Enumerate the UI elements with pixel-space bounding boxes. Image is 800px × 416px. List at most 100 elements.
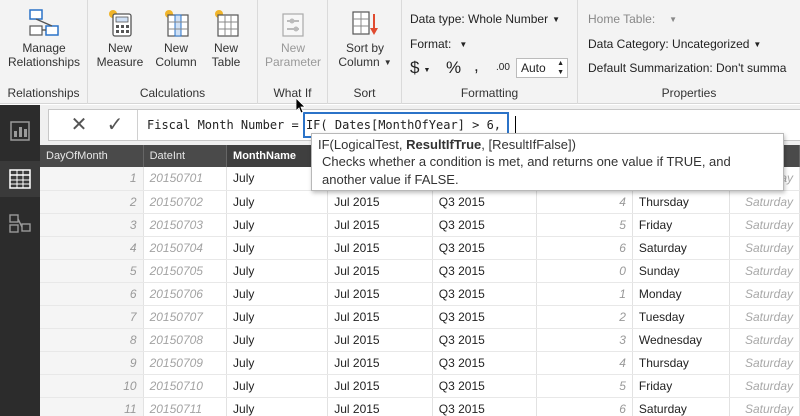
table-cell[interactable]: 5 xyxy=(536,213,633,237)
table-cell[interactable]: 4 xyxy=(536,351,633,375)
table-cell[interactable]: 10 xyxy=(40,374,144,398)
table-cell[interactable]: Friday xyxy=(632,374,731,398)
comma-button[interactable]: , xyxy=(474,56,479,76)
data-view-icon[interactable] xyxy=(8,167,32,191)
table-cell[interactable]: July xyxy=(226,236,329,260)
table-cell[interactable]: Tuesday xyxy=(632,305,731,329)
col-header[interactable]: DateInt xyxy=(143,145,228,167)
table-cell[interactable]: Saturday xyxy=(729,397,800,416)
stepper-arrows-icon[interactable]: ▲ ▼ xyxy=(557,59,564,77)
format-dropdown[interactable]: Format: ▼ xyxy=(410,37,467,51)
table-cell[interactable]: Thursday xyxy=(632,351,731,375)
table-cell[interactable]: 20150706 xyxy=(143,282,228,306)
table-cell[interactable]: July xyxy=(226,397,329,416)
table-cell[interactable]: Thursday xyxy=(632,190,731,214)
table-cell[interactable]: July xyxy=(226,282,329,306)
table-cell[interactable]: Jul 2015 xyxy=(327,397,433,416)
table-cell[interactable]: 20150710 xyxy=(143,374,228,398)
table-cell[interactable]: Jul 2015 xyxy=(327,236,433,260)
table-cell[interactable]: 6 xyxy=(40,282,144,306)
table-cell[interactable]: Jul 2015 xyxy=(327,282,433,306)
table-cell[interactable]: July xyxy=(226,190,329,214)
table-cell[interactable]: 2 xyxy=(536,305,633,329)
table-cell[interactable]: 1 xyxy=(536,282,633,306)
table-cell[interactable]: Jul 2015 xyxy=(327,213,433,237)
col-header[interactable]: DayOfMonth xyxy=(40,145,144,167)
table-cell[interactable]: 20150711 xyxy=(143,397,228,416)
table-cell[interactable]: 3 xyxy=(536,328,633,352)
table-cell[interactable]: Q3 2015 xyxy=(432,397,538,416)
table-cell[interactable]: Q3 2015 xyxy=(432,328,538,352)
decimal-button[interactable]: .00 xyxy=(496,62,510,73)
table-cell[interactable]: 2 xyxy=(40,190,144,214)
table-cell[interactable]: Saturday xyxy=(729,328,800,352)
table-cell[interactable]: 20150707 xyxy=(143,305,228,329)
table-cell[interactable]: Q3 2015 xyxy=(432,305,538,329)
table-cell[interactable]: Jul 2015 xyxy=(327,259,433,283)
table-cell[interactable]: 7 xyxy=(40,305,144,329)
table-cell[interactable]: 5 xyxy=(40,259,144,283)
table-cell[interactable]: Saturday xyxy=(632,397,731,416)
home-table-dropdown[interactable]: Home Table: ▼ xyxy=(588,12,677,26)
table-cell[interactable]: Q3 2015 xyxy=(432,259,538,283)
table-cell[interactable]: 8 xyxy=(40,328,144,352)
table-cell[interactable]: 4 xyxy=(536,190,633,214)
table-cell[interactable]: 20150703 xyxy=(143,213,228,237)
commit-formula-button[interactable]: ✓ xyxy=(101,113,129,137)
table-cell[interactable]: 20150704 xyxy=(143,236,228,260)
table-cell[interactable]: Q3 2015 xyxy=(432,351,538,375)
table-cell[interactable]: 20150702 xyxy=(143,190,228,214)
table-cell[interactable]: 6 xyxy=(536,236,633,260)
table-cell[interactable]: 0 xyxy=(536,259,633,283)
relationship-view-icon[interactable] xyxy=(8,211,32,235)
table-cell[interactable]: Jul 2015 xyxy=(327,374,433,398)
table-cell[interactable]: Q3 2015 xyxy=(432,374,538,398)
table-cell[interactable]: July xyxy=(226,351,329,375)
table-cell[interactable]: July xyxy=(226,328,329,352)
table-cell[interactable]: Monday xyxy=(632,282,731,306)
table-cell[interactable]: Saturday xyxy=(729,305,800,329)
table-cell[interactable]: Saturday xyxy=(729,259,800,283)
table-cell[interactable]: Saturday xyxy=(729,351,800,375)
manage-relationships-button[interactable]: Manage Relationships xyxy=(4,8,84,69)
table-cell[interactable]: 6 xyxy=(536,397,633,416)
decimal-places-stepper[interactable]: Auto ▲ ▼ xyxy=(516,58,568,78)
table-cell[interactable]: July xyxy=(226,374,329,398)
table-cell[interactable]: Jul 2015 xyxy=(327,328,433,352)
sort-by-column-button[interactable]: Sort by Column ▼ xyxy=(334,8,396,70)
data-category-dropdown[interactable]: Data Category: Uncategorized ▼ xyxy=(588,37,761,51)
new-table-button[interactable]: New Table xyxy=(202,8,250,69)
table-cell[interactable]: Q3 2015 xyxy=(432,236,538,260)
new-measure-button[interactable]: New Measure xyxy=(94,8,146,69)
cancel-formula-button[interactable]: ✕ xyxy=(65,113,93,137)
table-cell[interactable]: Jul 2015 xyxy=(327,351,433,375)
table-cell[interactable]: 20150709 xyxy=(143,351,228,375)
report-view-icon[interactable] xyxy=(8,119,32,143)
table-cell[interactable]: Jul 2015 xyxy=(327,190,433,214)
data-type-dropdown[interactable]: Data type: Whole Number ▼ xyxy=(410,12,560,26)
percent-button[interactable]: % xyxy=(446,58,461,78)
table-cell[interactable]: Saturday xyxy=(729,282,800,306)
table-cell[interactable]: Friday xyxy=(632,213,731,237)
table-cell[interactable]: 11 xyxy=(40,397,144,416)
table-cell[interactable]: Q3 2015 xyxy=(432,282,538,306)
table-cell[interactable]: 4 xyxy=(40,236,144,260)
currency-button[interactable]: $ ▼ xyxy=(410,58,430,78)
new-column-button[interactable]: New Column xyxy=(150,8,202,69)
table-cell[interactable]: July xyxy=(226,213,329,237)
table-cell[interactable]: Wednesday xyxy=(632,328,731,352)
table-cell[interactable]: 20150708 xyxy=(143,328,228,352)
table-cell[interactable]: July xyxy=(226,305,329,329)
table-cell[interactable]: Saturday xyxy=(729,213,800,237)
table-cell[interactable]: Saturday xyxy=(729,190,800,214)
table-cell[interactable]: 20150701 xyxy=(143,167,228,191)
table-cell[interactable]: Jul 2015 xyxy=(327,305,433,329)
table-cell[interactable]: Q3 2015 xyxy=(432,213,538,237)
table-cell[interactable]: Q3 2015 xyxy=(432,190,538,214)
table-cell[interactable]: July xyxy=(226,259,329,283)
table-cell[interactable]: 20150705 xyxy=(143,259,228,283)
table-cell[interactable]: 3 xyxy=(40,213,144,237)
table-cell[interactable]: 9 xyxy=(40,351,144,375)
new-parameter-button[interactable]: New Parameter xyxy=(262,8,324,69)
table-cell[interactable]: Saturday xyxy=(632,236,731,260)
